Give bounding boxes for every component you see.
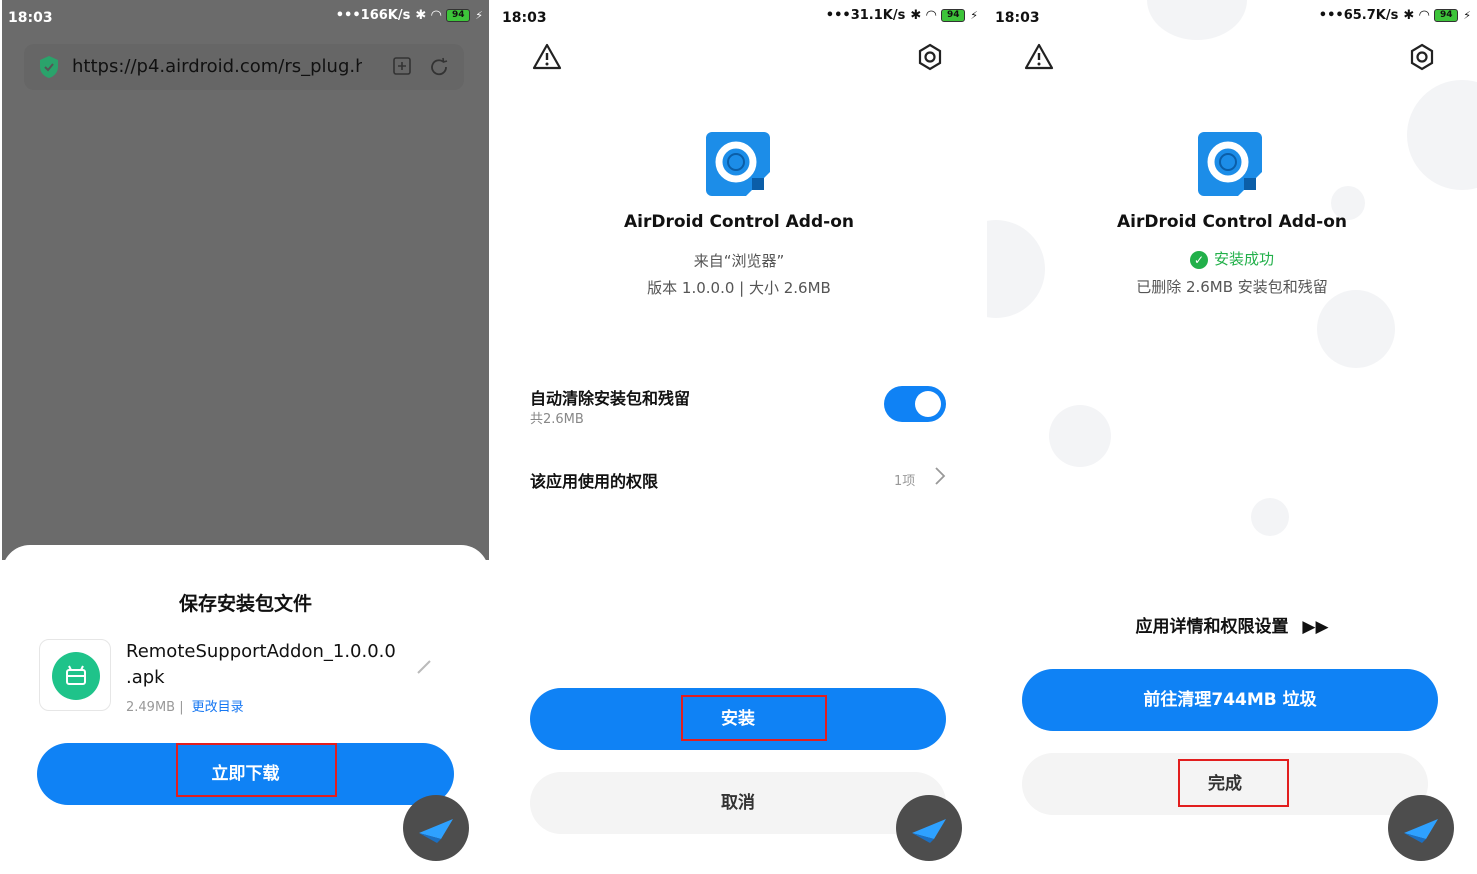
settings-icon[interactable] <box>1407 42 1437 72</box>
deleted-info: 已删除 2.6MB 安装包和残留 <box>1136 278 1328 296</box>
status-bar: 18:03 •••65.7K/s ✱ ◠ 94 ⚡ <box>987 0 1477 36</box>
paper-plane-icon <box>419 819 453 843</box>
file-meta: 2.49MB | 更改目录 <box>126 696 244 715</box>
charging-icon: ⚡ <box>970 9 978 22</box>
decorative-bubble <box>1049 405 1111 467</box>
network-speed: •••31.1K/s <box>825 8 906 23</box>
battery-icon: 94 <box>446 9 471 22</box>
warning-icon[interactable] <box>532 42 562 72</box>
warning-icon[interactable] <box>1024 42 1054 72</box>
android-icon <box>66 665 86 685</box>
network-speed: •••166K/s <box>335 8 411 23</box>
url-text[interactable]: https://p4.airdroid.com/rs_plug.h <box>72 56 362 77</box>
decorative-bubble <box>1251 498 1289 536</box>
permissions-count: 1项 <box>894 474 916 489</box>
bluetooth-icon: ✱ <box>415 8 427 23</box>
auto-clean-subtitle: 共2.6MB <box>530 412 584 427</box>
paper-plane-icon <box>912 819 946 843</box>
app-name: AirDroid Control Add-on <box>1117 212 1347 232</box>
airdroid-app-icon <box>1198 132 1262 196</box>
bookmark-icon[interactable] <box>392 56 412 76</box>
shield-icon <box>40 56 58 78</box>
paper-plane-icon <box>1404 819 1438 843</box>
double-chevron-icon: ▶▶ <box>1302 617 1329 637</box>
wifi-icon: ◠ <box>926 8 937 23</box>
decorative-bubble <box>987 220 1045 318</box>
refresh-icon[interactable] <box>428 56 450 78</box>
charging-icon: ⚡ <box>475 9 483 22</box>
browser-download-panel: 18:03 •••166K/s ✱ ◠ 94 ⚡ https://p4.aird… <box>0 0 489 874</box>
highlight-box <box>1178 759 1289 807</box>
network-speed: •••65.7K/s <box>1318 8 1399 23</box>
status-bar: 18:03 •••31.1K/s ✱ ◠ 94 ⚡ <box>494 0 984 36</box>
battery-icon: 94 <box>1434 9 1459 22</box>
floating-assistant-button[interactable] <box>896 795 962 861</box>
install-source: 来自“浏览器” <box>693 252 785 270</box>
decorative-bubble <box>1317 290 1395 368</box>
status-time: 18:03 <box>8 10 53 26</box>
highlight-box <box>681 695 827 741</box>
install-success-panel: 18:03 •••65.7K/s ✱ ◠ 94 ⚡ AirDroid Contr… <box>987 0 1477 874</box>
wifi-icon: ◠ <box>431 8 442 23</box>
floating-assistant-button[interactable] <box>1388 795 1454 861</box>
bluetooth-icon: ✱ <box>910 8 922 23</box>
status-bar: 18:03 •••166K/s ✱ ◠ 94 ⚡ <box>0 0 489 36</box>
app-name: AirDroid Control Add-on <box>624 212 854 232</box>
app-details-link[interactable]: 应用详情和权限设置 ▶▶ <box>987 612 1477 637</box>
bluetooth-icon: ✱ <box>1403 8 1415 23</box>
chevron-right-icon[interactable] <box>934 466 946 486</box>
status-time: 18:03 <box>995 10 1040 26</box>
charging-icon: ⚡ <box>1463 9 1471 22</box>
install-panel: 18:03 •••31.1K/s ✱ ◠ 94 ⚡ AirDroid Contr… <box>494 0 984 874</box>
clean-junk-button[interactable]: 前往清理744MB 垃圾 <box>1022 669 1438 731</box>
settings-icon[interactable] <box>915 42 945 72</box>
auto-clean-toggle[interactable] <box>884 386 946 422</box>
airdroid-app-icon <box>706 132 770 196</box>
install-success-status: ✓ 安装成功 <box>987 248 1477 269</box>
file-name: RemoteSupportAddon_1.0.0.0 .apk <box>126 641 396 688</box>
floating-assistant-button[interactable] <box>403 795 469 861</box>
cancel-button[interactable]: 取消 <box>530 772 946 834</box>
status-time: 18:03 <box>502 10 547 26</box>
highlight-box <box>176 743 337 797</box>
auto-clean-title: 自动清除安装包和残留 <box>530 389 691 408</box>
decorative-bubble <box>1407 80 1477 190</box>
address-bar[interactable]: https://p4.airdroid.com/rs_plug.h <box>24 44 464 90</box>
battery-icon: 94 <box>941 9 966 22</box>
wifi-icon: ◠ <box>1419 8 1430 23</box>
sheet-title: 保存安装包文件 <box>178 593 312 615</box>
apk-file-icon <box>39 639 111 711</box>
toggle-knob <box>915 391 941 417</box>
version-size: 版本 1.0.0.0 | 大小 2.6MB <box>647 279 831 297</box>
permissions-title[interactable]: 该应用使用的权限 <box>530 468 658 492</box>
file-size: 2.49MB | <box>126 700 184 715</box>
change-directory-link[interactable]: 更改目录 <box>192 700 244 715</box>
edit-icon[interactable] <box>416 657 434 675</box>
check-circle-icon: ✓ <box>1189 250 1208 269</box>
